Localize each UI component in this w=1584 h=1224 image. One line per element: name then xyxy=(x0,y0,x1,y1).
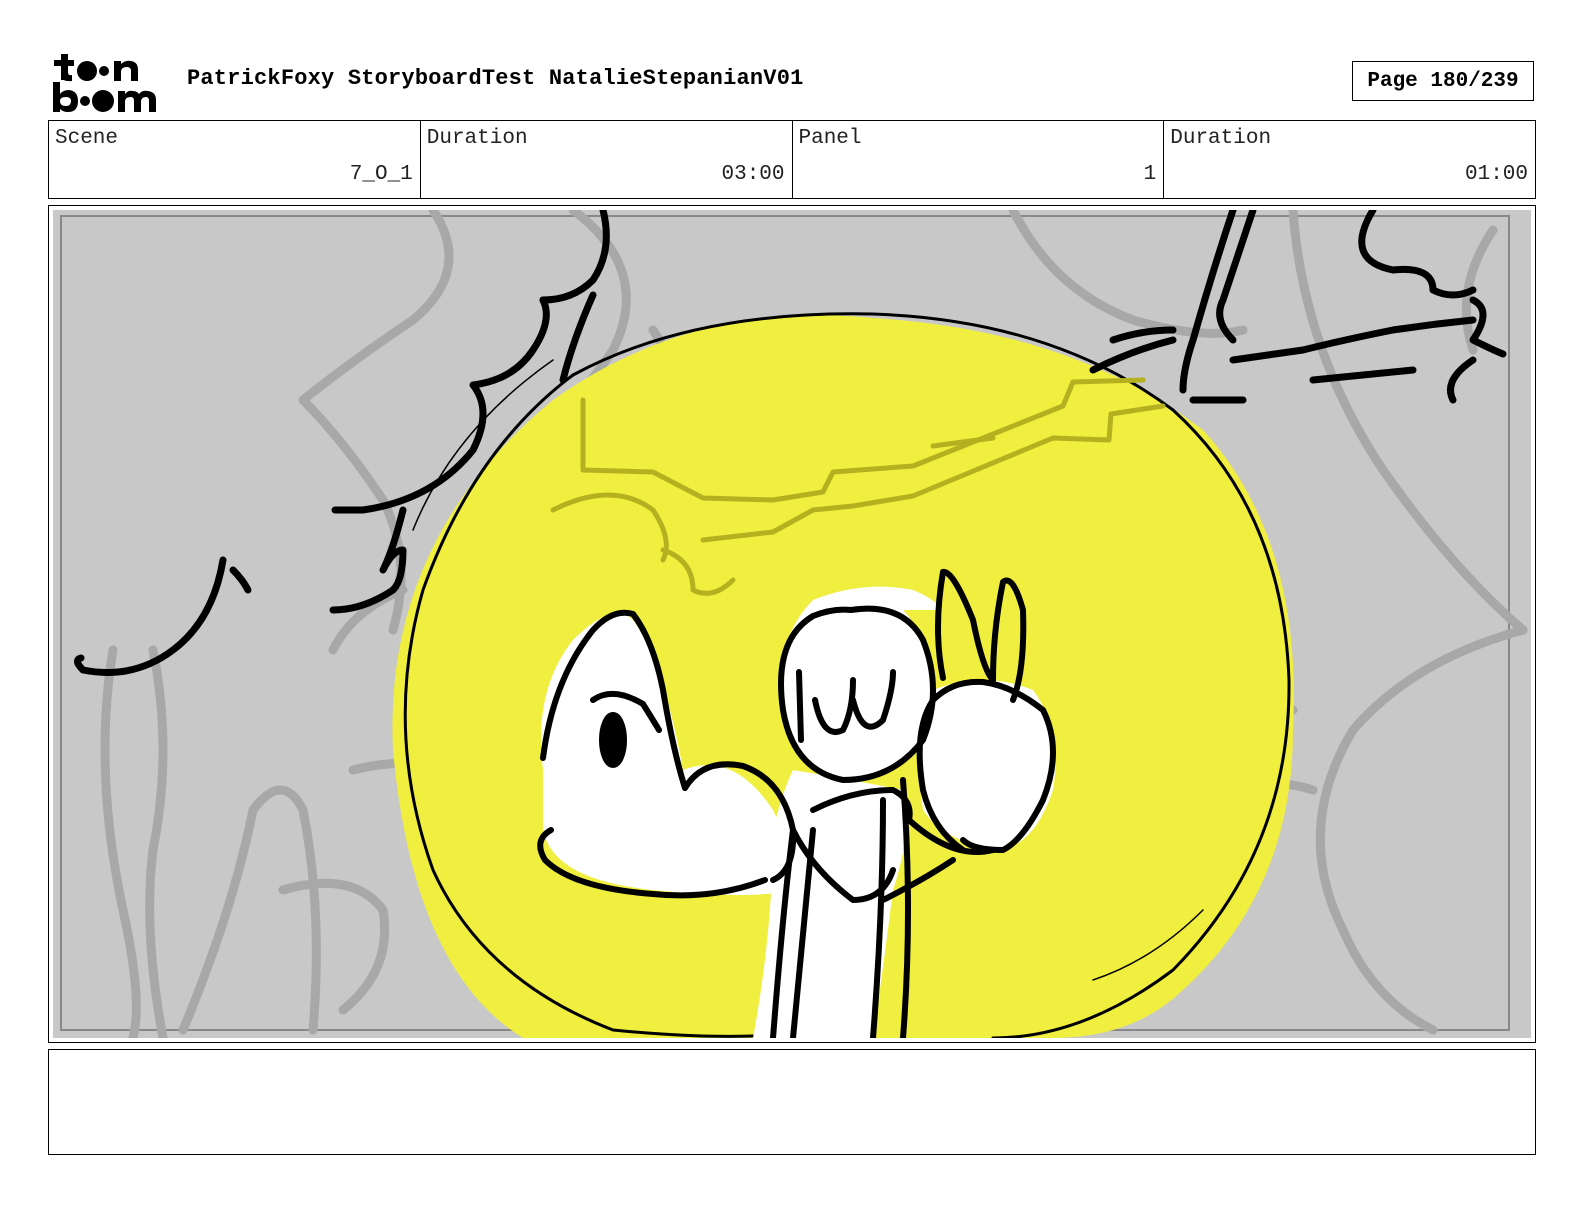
scene-duration-label: Duration xyxy=(426,127,528,150)
scene-duration-cell: Duration 03:00 xyxy=(421,121,793,198)
panel-value: 1 xyxy=(1143,163,1157,186)
storyboard-panel-frame xyxy=(48,205,1536,1043)
document-title: PatrickFoxy StoryboardTest NatalieStepan… xyxy=(187,66,804,91)
panel-label: Panel xyxy=(798,127,862,150)
panel-notes-box[interactable] xyxy=(48,1049,1536,1155)
scene-label: Scene xyxy=(55,127,119,150)
scene-duration-value: 03:00 xyxy=(721,163,785,186)
scene-value: 7_O_1 xyxy=(349,163,413,186)
panel-duration-value: 01:00 xyxy=(1464,163,1528,186)
panel-duration-label: Duration xyxy=(1170,127,1272,150)
page-number-badge: Page 180/239 xyxy=(1352,61,1534,101)
panel-drawing xyxy=(53,210,1531,1038)
panel-cell: Panel 1 xyxy=(793,121,1165,198)
panel-info-bar: Scene 7_O_1 Duration 03:00 Panel 1 Durat… xyxy=(48,120,1536,199)
scene-cell: Scene 7_O_1 xyxy=(49,121,421,198)
toon-boom-logo xyxy=(50,50,166,114)
panel-duration-cell: Duration 01:00 xyxy=(1164,121,1535,198)
